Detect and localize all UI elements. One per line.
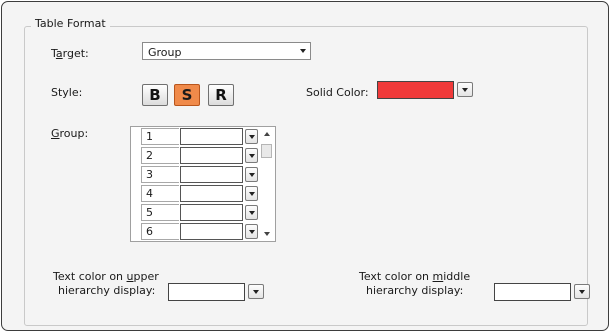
style-solid-button[interactable]: S [174,84,200,106]
chevron-down-icon [579,290,585,294]
row-color-dropdown-button[interactable] [245,129,258,144]
solid-color-dropdown-button[interactable] [457,82,473,97]
style-reverse-button[interactable]: R [208,84,234,106]
list-item: 4 [140,185,273,202]
row-color-swatch[interactable] [180,185,243,202]
row-color-swatch[interactable] [180,147,243,164]
target-value: Group [148,46,182,59]
middle-hierarchy-color-swatch[interactable] [494,283,571,301]
groupbox-title: Table Format [31,17,110,31]
target-dropdown[interactable]: Group [142,42,311,60]
middle-hierarchy-label-line1: Text color on middle [359,270,471,283]
row-color-dropdown-button[interactable] [245,186,258,201]
chevron-down-icon [249,192,255,196]
middle-hierarchy-label-line2: hierarchy display: [366,284,464,297]
style-bold-button[interactable]: B [142,84,168,106]
upper-hierarchy-color-swatch[interactable] [168,283,245,301]
row-number: 2 [141,147,179,164]
group-list-scrollbar[interactable] [259,127,275,241]
chevron-down-icon [249,173,255,177]
row-color-swatch[interactable] [180,223,243,240]
scroll-down-icon[interactable] [264,232,270,236]
row-color-swatch[interactable] [180,166,243,183]
chevron-down-icon [300,49,306,53]
chevron-down-icon [249,211,255,215]
solid-color-swatch[interactable] [377,81,454,99]
row-number: 3 [141,166,179,183]
target-label: Target: [51,47,89,60]
upper-hierarchy-label-line2: hierarchy display: [58,284,156,297]
chevron-down-icon [253,290,259,294]
middle-hierarchy-dropdown-button[interactable] [574,284,590,299]
row-color-swatch[interactable] [180,128,243,145]
list-item: 5 [140,204,273,221]
row-number: 6 [141,223,179,240]
chevron-down-icon [249,135,255,139]
chevron-down-icon [462,88,468,92]
list-item: 2 [140,147,273,164]
row-color-dropdown-button[interactable] [245,205,258,220]
scroll-thumb[interactable] [261,144,272,158]
list-item: 1 [140,128,273,145]
list-item: 3 [140,166,273,183]
row-color-dropdown-button[interactable] [245,224,258,239]
chevron-down-icon [249,154,255,158]
row-color-swatch[interactable] [180,204,243,221]
group-label: Group: [51,127,89,140]
row-number: 5 [141,204,179,221]
style-label: Style: [51,86,83,99]
solid-color-label: Solid Color: [306,86,369,99]
row-number: 1 [141,128,179,145]
row-color-dropdown-button[interactable] [245,148,258,163]
upper-hierarchy-dropdown-button[interactable] [248,284,264,299]
row-number: 4 [141,185,179,202]
chevron-down-icon [249,230,255,234]
upper-hierarchy-label-line1: Text color on upper [53,270,159,283]
row-color-dropdown-button[interactable] [245,167,258,182]
list-item: 6 [140,223,273,240]
scroll-up-icon[interactable] [264,132,270,136]
